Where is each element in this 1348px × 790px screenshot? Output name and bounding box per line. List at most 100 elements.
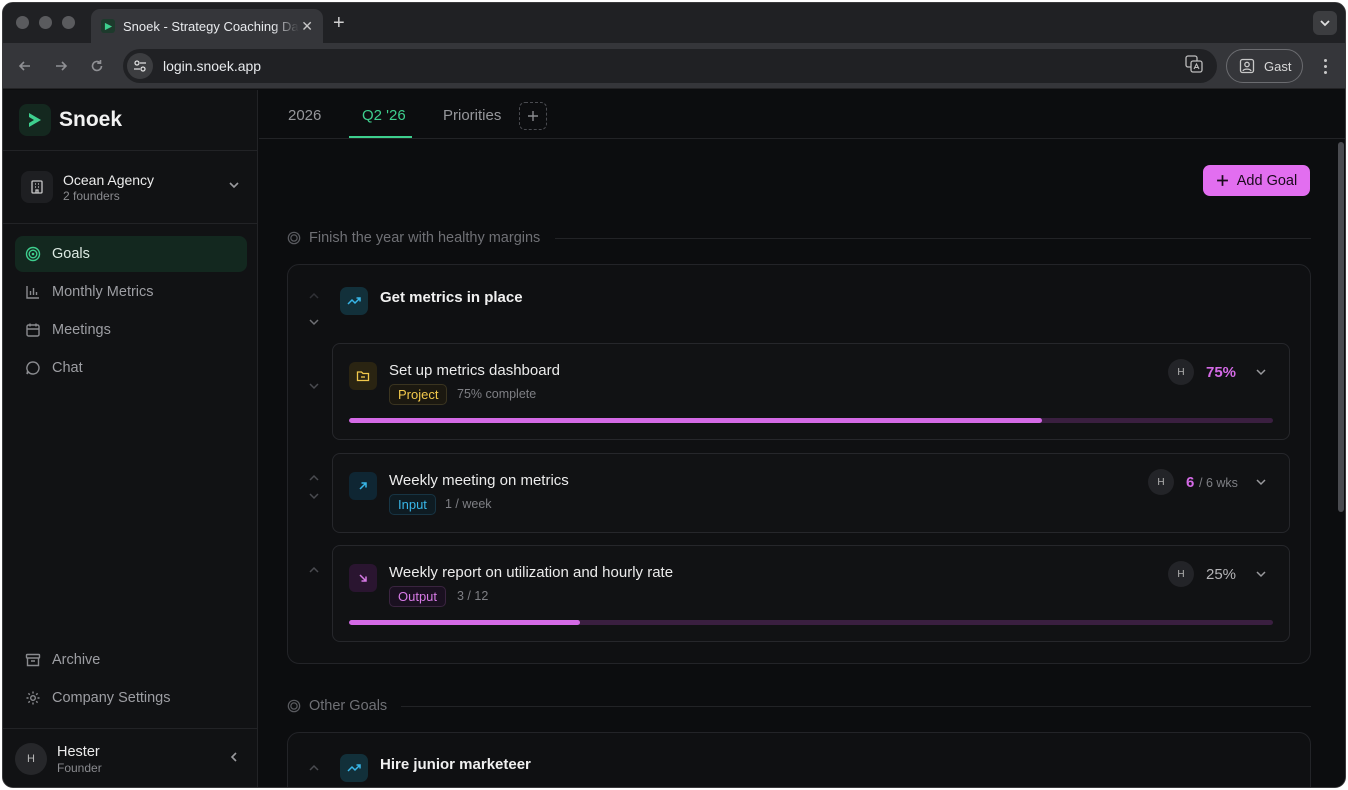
user-profile[interactable]: H Hester Founder bbox=[3, 728, 258, 787]
progress-target: / 6 wks bbox=[1199, 476, 1238, 490]
brand[interactable]: Snoek bbox=[19, 104, 122, 136]
period-tabs: 2026 Q2 '26 Priorities bbox=[259, 90, 1345, 139]
sidebar-item-label: Monthly Metrics bbox=[52, 284, 154, 300]
target-icon bbox=[25, 246, 41, 262]
close-window-button[interactable] bbox=[16, 16, 29, 29]
scrollbar[interactable] bbox=[1338, 142, 1344, 512]
key-result-card[interactable]: Set up metrics dashboard Project 75% com… bbox=[332, 343, 1290, 440]
section-divider bbox=[555, 238, 1311, 239]
section-header: Finish the year with healthy margins bbox=[287, 230, 540, 246]
goal-card: Get metrics in place Set up metrics dash… bbox=[287, 264, 1311, 664]
bar-chart-icon bbox=[26, 286, 39, 299]
profile-name: Gast bbox=[1264, 58, 1292, 74]
minimize-window-button[interactable] bbox=[39, 16, 52, 29]
owner-avatar[interactable]: H bbox=[1168, 561, 1194, 587]
chat-bubble-icon bbox=[26, 361, 40, 375]
building-icon bbox=[21, 171, 53, 203]
section-divider bbox=[401, 706, 1311, 707]
tab-priorities[interactable]: Priorities bbox=[443, 107, 501, 124]
goal-title[interactable]: Get metrics in place bbox=[380, 289, 523, 306]
browser-menu-icon[interactable] bbox=[1317, 56, 1333, 76]
brand-name: Snoek bbox=[59, 108, 123, 131]
key-result-card[interactable]: Weekly meeting on metrics Input 1 / week… bbox=[332, 453, 1290, 533]
trend-up-icon bbox=[340, 287, 368, 315]
expand-chevron-icon[interactable] bbox=[1255, 365, 1267, 383]
sidebar-item-label: Company Settings bbox=[52, 690, 171, 706]
new-tab-button[interactable]: + bbox=[333, 13, 345, 33]
workspace-subtitle: 2 founders bbox=[63, 188, 120, 203]
progress-value: 6 bbox=[1186, 474, 1195, 491]
owner-avatar[interactable]: H bbox=[1148, 469, 1174, 495]
progress-bar bbox=[349, 418, 1273, 423]
browser-window: Snoek - Strategy Coaching Dashboard ✕ + … bbox=[2, 2, 1346, 788]
sidebar-nav: Goals Monthly Metrics Meetings Chat bbox=[15, 236, 247, 388]
user-name: Hester bbox=[57, 743, 100, 760]
add-goal-button[interactable]: Add Goal bbox=[1203, 165, 1310, 196]
key-result-card[interactable]: Weekly report on utilization and hourly … bbox=[332, 545, 1290, 642]
tab-q2-26[interactable]: Q2 '26 bbox=[362, 107, 406, 124]
calendar-icon bbox=[26, 323, 40, 337]
chevron-down-icon bbox=[1320, 20, 1330, 27]
add-tab-button[interactable] bbox=[519, 102, 547, 130]
translate-icon[interactable] bbox=[1185, 54, 1203, 78]
expand-chevron-icon[interactable] bbox=[1255, 475, 1267, 493]
address-bar[interactable]: login.snoek.app bbox=[123, 49, 1217, 83]
sidebar-item-meetings[interactable]: Meetings bbox=[15, 312, 247, 348]
main-content: 2026 Q2 '26 Priorities Add Goal Finish t… bbox=[259, 90, 1345, 787]
goal-card: Hire junior marketeer bbox=[287, 732, 1311, 787]
expand-chevron-icon[interactable] bbox=[1255, 567, 1267, 585]
url-text: login.snoek.app bbox=[163, 58, 262, 74]
sidebar-item-archive[interactable]: Archive bbox=[15, 642, 247, 678]
sidebar-item-label: Chat bbox=[52, 360, 83, 376]
sidebar-item-chat[interactable]: Chat bbox=[15, 350, 247, 386]
browser-tab[interactable]: Snoek - Strategy Coaching Dashboard ✕ bbox=[91, 9, 323, 43]
collapse-sidebar-icon[interactable] bbox=[228, 750, 240, 768]
move-up-icon[interactable] bbox=[308, 561, 320, 579]
favicon-icon bbox=[101, 19, 115, 33]
site-info-icon[interactable] bbox=[127, 53, 153, 79]
snoek-logo-icon bbox=[19, 104, 51, 136]
arrow-left-icon bbox=[18, 61, 30, 71]
goal-title[interactable]: Hire junior marketeer bbox=[380, 756, 531, 773]
key-result-meta: 1 / week bbox=[445, 497, 492, 511]
key-result-meta: 3 / 12 bbox=[457, 589, 489, 603]
owner-avatar[interactable]: H bbox=[1168, 359, 1194, 385]
move-down-icon[interactable] bbox=[308, 313, 320, 331]
folder-icon bbox=[349, 362, 377, 390]
target-icon bbox=[287, 231, 301, 245]
sidebar-item-label: Goals bbox=[52, 246, 90, 262]
type-badge: Input bbox=[389, 494, 436, 515]
tab-2026[interactable]: 2026 bbox=[288, 107, 321, 124]
sidebar-item-monthly-metrics[interactable]: Monthly Metrics bbox=[15, 274, 247, 310]
section-title: Finish the year with healthy margins bbox=[309, 230, 541, 246]
sidebar-item-company-settings[interactable]: Company Settings bbox=[15, 680, 247, 716]
move-down-icon[interactable] bbox=[308, 377, 320, 395]
progress-fill bbox=[349, 620, 580, 625]
reload-button[interactable] bbox=[87, 56, 107, 76]
move-up-icon[interactable] bbox=[308, 287, 320, 305]
arrow-up-right-icon bbox=[349, 472, 377, 500]
close-tab-icon[interactable]: ✕ bbox=[301, 18, 313, 35]
browser-tab-title: Snoek - Strategy Coaching Dashboard bbox=[123, 18, 299, 34]
move-down-icon[interactable] bbox=[308, 487, 320, 505]
move-up-icon[interactable] bbox=[308, 759, 320, 777]
move-up-icon[interactable] bbox=[308, 469, 320, 487]
archive-icon bbox=[25, 653, 41, 667]
workspace-switcher[interactable]: Ocean Agency 2 founders bbox=[3, 150, 258, 224]
reload-icon bbox=[91, 60, 103, 72]
sidebar-item-goals[interactable]: Goals bbox=[15, 236, 247, 272]
sidebar: Snoek Ocean Agency 2 founders Goals Mont… bbox=[3, 90, 258, 787]
zoom-window-button[interactable] bbox=[62, 16, 75, 29]
sidebar-item-label: Archive bbox=[52, 652, 101, 668]
key-result-title: Set up metrics dashboard bbox=[389, 362, 560, 379]
browser-tabstrip: Snoek - Strategy Coaching Dashboard ✕ + bbox=[3, 3, 1345, 43]
profile-button[interactable]: Gast bbox=[1226, 49, 1303, 83]
forward-button[interactable] bbox=[51, 56, 71, 76]
gear-icon bbox=[26, 691, 40, 705]
target-icon bbox=[287, 699, 301, 713]
key-result-title: Weekly report on utilization and hourly … bbox=[389, 564, 674, 581]
key-result-title: Weekly meeting on metrics bbox=[389, 472, 569, 489]
chevron-down-icon bbox=[228, 178, 240, 196]
tab-search-button[interactable] bbox=[1313, 11, 1337, 35]
back-button[interactable] bbox=[15, 56, 35, 76]
